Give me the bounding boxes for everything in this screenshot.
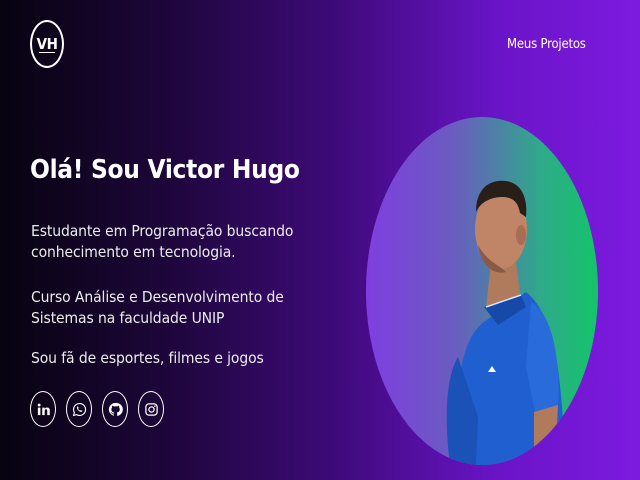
logo-text: VH [36,35,58,53]
nav-link-meus-projetos[interactable]: Meus Projetos [507,37,586,52]
hero-paragraph-course: Curso Análise e Desenvolvimento de Siste… [31,288,284,327]
hero-paragraph-study: Estudante em Programação buscando conhec… [31,222,294,261]
whatsapp-icon [72,402,86,416]
instagram-icon [144,402,158,416]
profile-person-illustration [446,180,566,465]
hero-title: Olá! Sou Victor Hugo [30,155,300,185]
linkedin-button[interactable] [30,391,56,427]
github-button[interactable] [102,391,128,427]
hero-paragraph-hobbies: Sou fã de esportes, filmes e jogos [31,349,264,367]
linkedin-icon [37,403,50,415]
whatsapp-button[interactable] [66,391,92,427]
logo[interactable]: VH [30,20,64,68]
profile-photo [366,117,598,465]
instagram-button[interactable] [138,391,164,427]
social-links [30,391,164,427]
github-icon [108,402,123,416]
